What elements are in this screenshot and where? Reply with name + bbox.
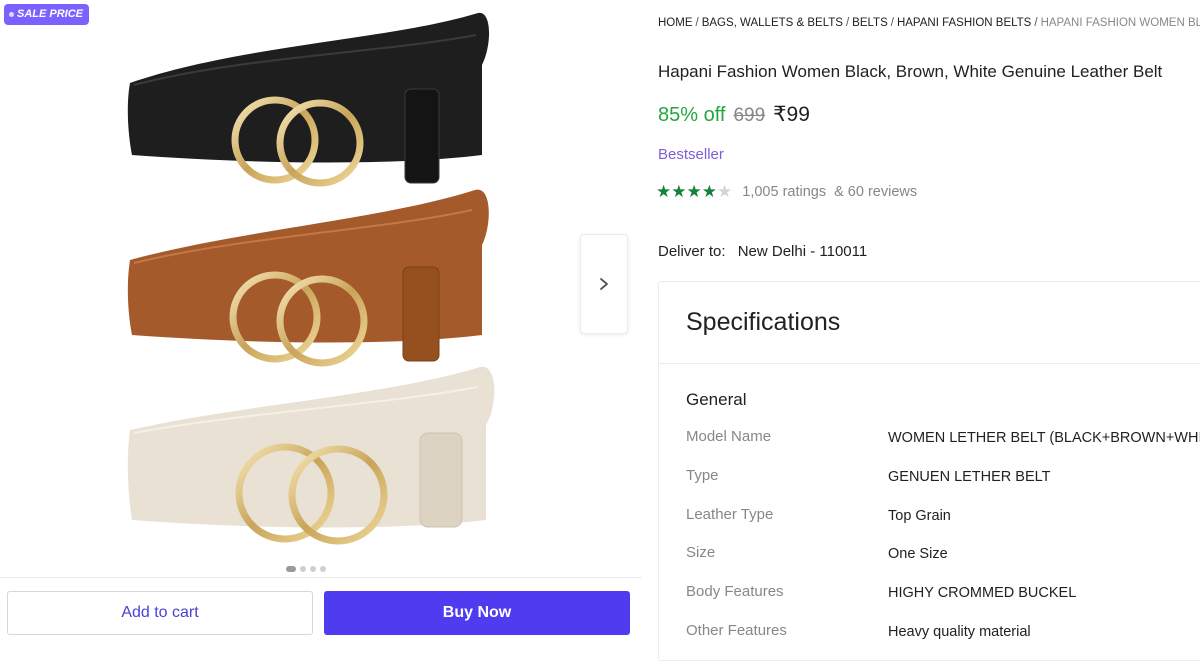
discount-label: 85% off bbox=[658, 104, 726, 126]
spec-value: Top Grain bbox=[888, 507, 951, 524]
badge-dot-icon bbox=[9, 12, 14, 17]
breadcrumb-separator: / bbox=[695, 17, 699, 29]
spec-key: Type bbox=[686, 466, 719, 484]
product-gallery: SALE PRICE Add to cart Buy Now bbox=[0, 0, 642, 648]
spec-row: Body Features HIGHY CROMMED BUCKEL bbox=[686, 583, 1200, 622]
deliver-to-label: Deliver to: bbox=[658, 243, 726, 260]
add-to-cart-button[interactable]: Add to cart bbox=[7, 591, 313, 635]
carousel-dot[interactable] bbox=[310, 566, 316, 572]
star-filled-icon: ★ bbox=[656, 182, 672, 201]
selling-price: ₹99 bbox=[773, 103, 810, 126]
breadcrumb-current: HAPANI FASHION WOMEN BLACK, BROWN, WHITE… bbox=[1040, 17, 1200, 29]
breadcrumb-bags-wallets-belts[interactable]: BAGS, WALLETS & BELTS bbox=[702, 17, 843, 29]
spec-key: Body Features bbox=[686, 583, 784, 601]
next-image-button[interactable] bbox=[580, 234, 628, 334]
action-bar: Add to cart Buy Now bbox=[0, 577, 642, 648]
product-details: HOME / BAGS, WALLETS & BELTS / BELTS / HAPANI … bbox=[642, 0, 1200, 661]
black-belt bbox=[127, 12, 490, 187]
spec-table: Model Name WOMEN LETHER BELT (BLACK+BROW… bbox=[686, 428, 1200, 661]
star-filled-icon: ★ bbox=[671, 182, 687, 201]
breadcrumb-separator: / bbox=[890, 17, 894, 29]
carousel-dots bbox=[286, 566, 326, 572]
carousel-dot[interactable] bbox=[300, 566, 306, 572]
spec-row: Other Features Heavy quality material bbox=[686, 622, 1200, 661]
spec-row: Leather Type Top Grain bbox=[686, 506, 1200, 545]
breadcrumb-separator: / bbox=[845, 17, 850, 29]
rating-row[interactable]: ★ ★ ★ ★ ★ 1,005 ratings & 60 reviews bbox=[656, 182, 917, 202]
spec-row: Model Name WOMEN LETHER BELT (BLACK+BROW… bbox=[686, 428, 1200, 467]
spec-key: Size bbox=[686, 544, 716, 562]
spec-value: One Size bbox=[888, 546, 948, 563]
spec-row: Size One Size bbox=[686, 544, 1200, 583]
buy-now-button[interactable]: Buy Now bbox=[324, 591, 630, 635]
specifications-card: Specifications General Model Name WOMEN … bbox=[658, 281, 1200, 661]
spec-row: Type GENUEN LETHER BELT bbox=[686, 467, 1200, 506]
spec-value: WOMEN LETHER BELT (BLACK+BROWN+WHITE) bbox=[888, 430, 1200, 446]
breadcrumb-brand[interactable]: HAPANI FASHION BELTS bbox=[897, 17, 1031, 29]
delivery-location: New Delhi - 110011 bbox=[737, 243, 868, 260]
star-filled-icon: ★ bbox=[701, 182, 717, 201]
star-empty-icon: ★ bbox=[717, 182, 733, 201]
chevron-right-icon bbox=[600, 278, 608, 290]
ratings-count: 1,005 ratings bbox=[742, 184, 827, 200]
rating-stars: ★ ★ ★ ★ ★ bbox=[656, 182, 732, 202]
carousel-dot[interactable] bbox=[286, 566, 296, 572]
star-filled-icon: ★ bbox=[686, 182, 702, 201]
product-image[interactable] bbox=[120, 5, 505, 565]
bestseller-tag: Bestseller bbox=[658, 146, 724, 163]
spec-value: HIGHY CROMMED BUCKEL bbox=[888, 585, 1077, 602]
spec-key: Model Name bbox=[686, 428, 772, 445]
breadcrumb-separator: / bbox=[1034, 17, 1038, 29]
price-row: 85% off 699 ₹99 bbox=[658, 102, 810, 127]
delivery-row[interactable]: Deliver to: New Delhi - 110011 bbox=[658, 243, 867, 260]
specifications-heading: Specifications bbox=[659, 282, 1200, 364]
breadcrumb: HOME / BAGS, WALLETS & BELTS / BELTS / HAPANI … bbox=[658, 17, 1200, 29]
breadcrumb-belts[interactable]: BELTS bbox=[852, 17, 888, 29]
brown-belt bbox=[127, 189, 489, 367]
spec-key: Other Features bbox=[686, 621, 787, 639]
carousel-dot[interactable] bbox=[320, 566, 326, 572]
sale-price-label: SALE PRICE bbox=[17, 8, 84, 20]
reviews-count: & 60 reviews bbox=[834, 184, 918, 200]
spec-value: GENUEN LETHER BELT bbox=[888, 468, 1051, 485]
sale-price-badge: SALE PRICE bbox=[4, 4, 90, 25]
spec-key: Leather Type bbox=[686, 505, 774, 523]
original-price: 699 bbox=[733, 105, 766, 126]
product-title: Hapani Fashion Women Black, Brown, White… bbox=[658, 62, 1163, 81]
white-belt bbox=[127, 366, 495, 545]
spec-group-general: General bbox=[686, 390, 747, 409]
spec-value: Heavy quality material bbox=[888, 623, 1031, 640]
breadcrumb-home[interactable]: HOME bbox=[658, 17, 693, 29]
